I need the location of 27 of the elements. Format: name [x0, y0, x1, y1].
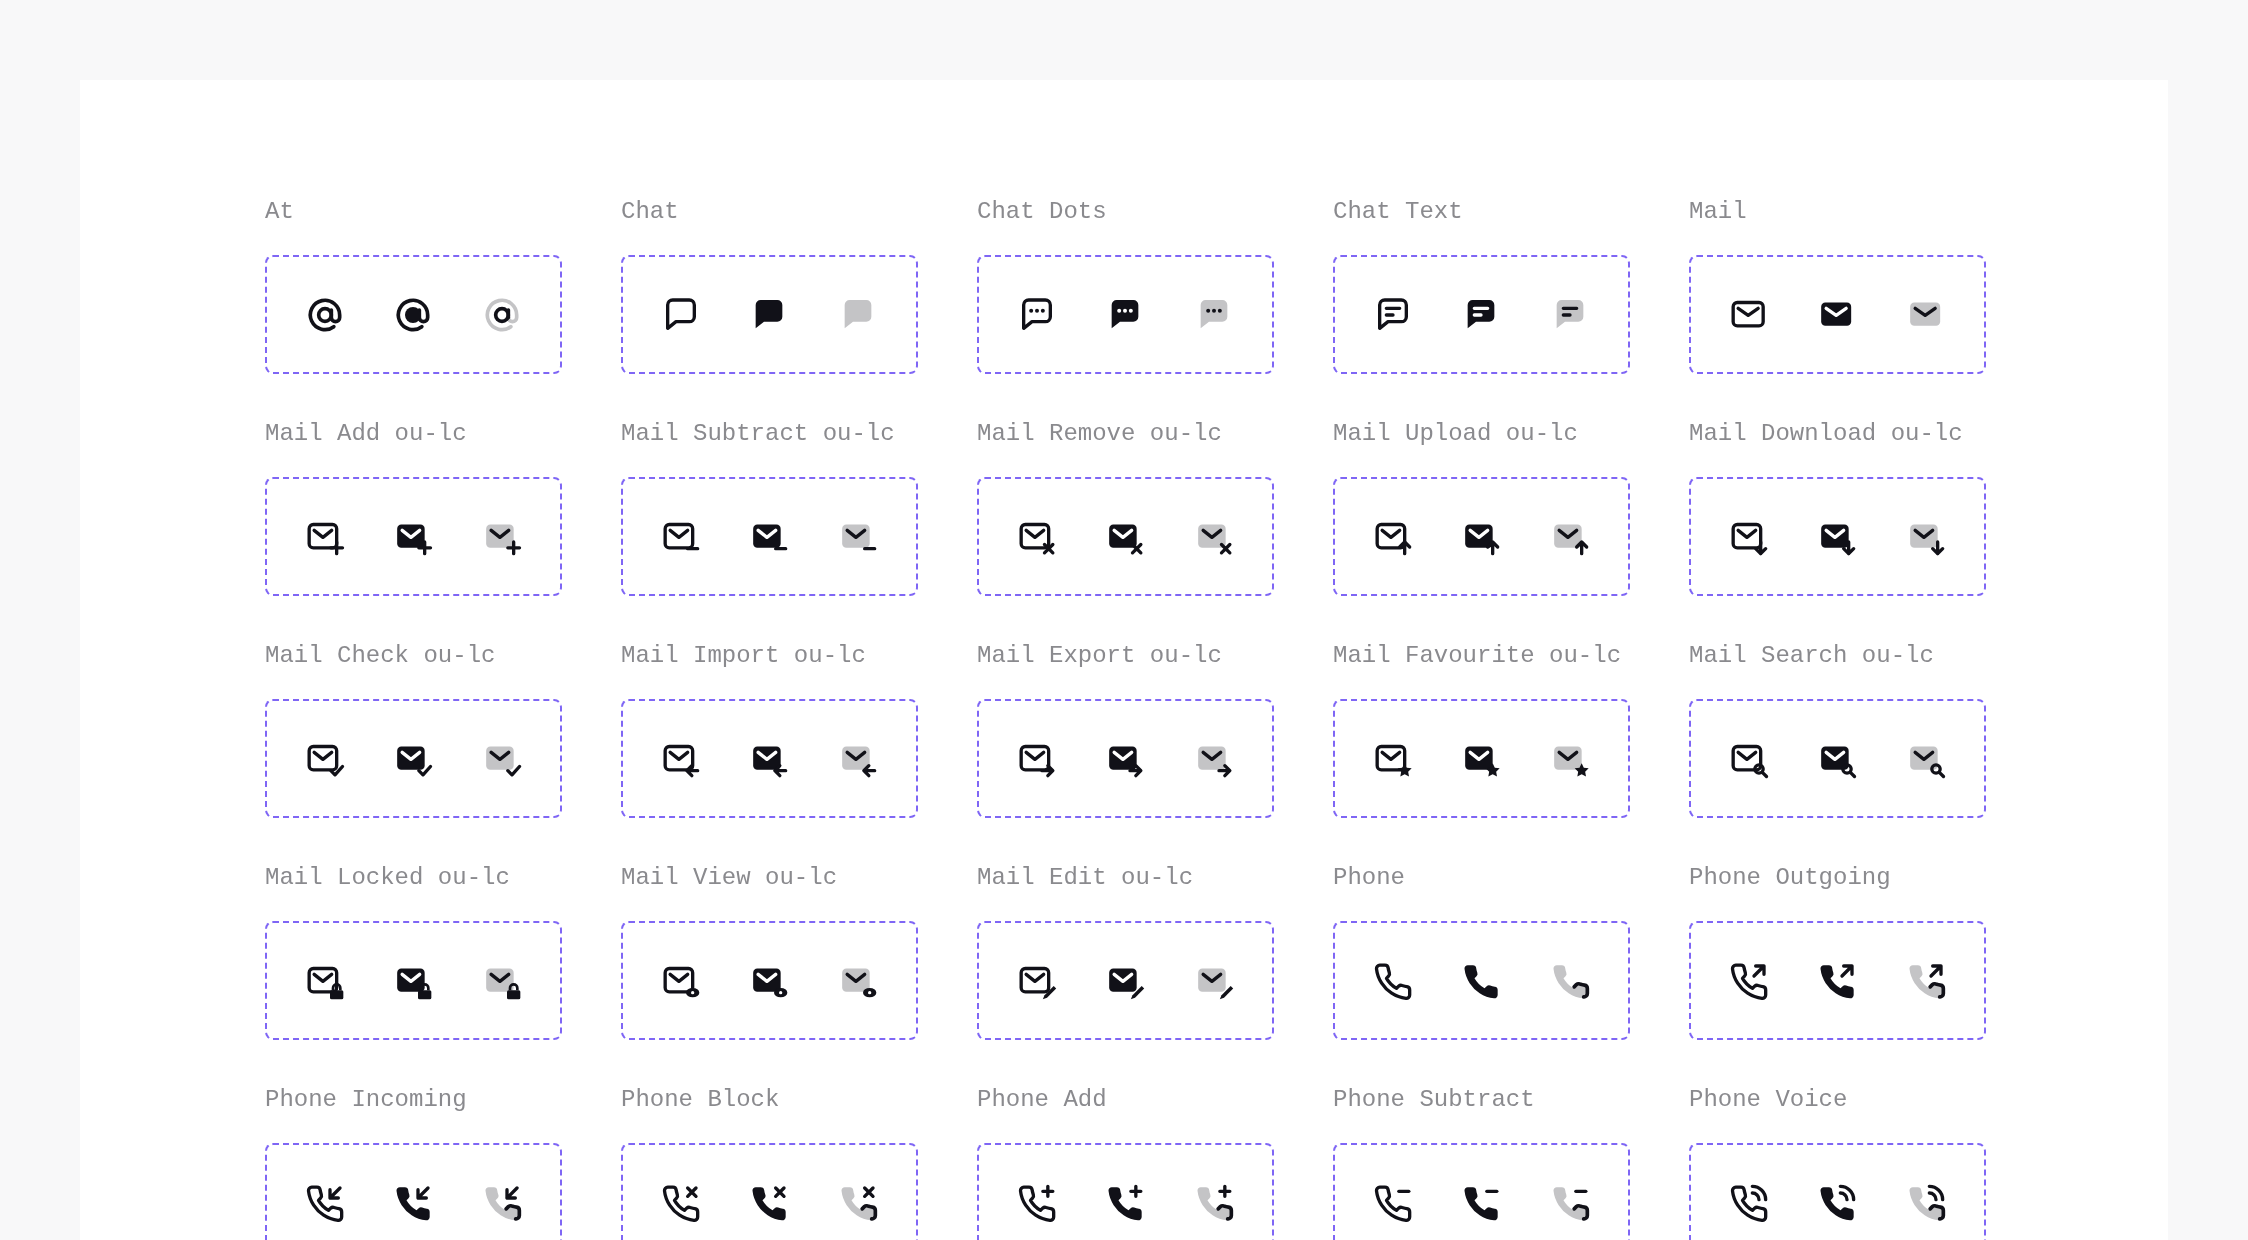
icon-label: Mail Edit ou-lc	[977, 864, 1195, 892]
icon-label: Mail Import ou-lc	[621, 642, 867, 670]
phone-sound-waves-icon	[1729, 1182, 1770, 1223]
icon-label: Phone Outgoing	[1689, 864, 1892, 892]
icon-label: Phone Subtract	[1333, 1086, 1536, 1114]
icon-label: Phone Voice	[1689, 1086, 1849, 1114]
icon-label: Phone Incoming	[265, 1086, 468, 1114]
icon-label: Chat Text	[1333, 198, 1464, 226]
icon-label: Mail View ou-lc	[621, 864, 839, 892]
icon-label: Mail Locked ou-lc	[265, 864, 511, 892]
icon-label: Mail Search ou-lc	[1689, 642, 1935, 670]
icon-label: At	[265, 198, 295, 226]
icon-label: Mail Download ou-lc	[1689, 420, 1964, 448]
icon-label: Mail Add ou-lc	[265, 420, 468, 448]
icon-label: Phone Add	[977, 1086, 1108, 1114]
icon-label: Phone Block	[621, 1086, 781, 1114]
icon-label: Mail Favourite ou-lc	[1333, 642, 1623, 670]
icon-label: Mail Export ou-lc	[977, 642, 1223, 670]
icon-label: Chat	[621, 198, 680, 226]
icon-label: Mail Upload ou-lc	[1333, 420, 1579, 448]
phone-plus-icon	[1017, 1182, 1058, 1223]
icon-label: Mail	[1689, 198, 1748, 226]
icon-label: Chat Dots	[977, 198, 1108, 226]
icon-label: Mail Check ou-lc	[265, 642, 497, 670]
icon-label: Phone	[1333, 864, 1406, 892]
icon-label: Mail Remove ou-lc	[977, 420, 1223, 448]
icon-label: Mail Subtract ou-lc	[621, 420, 896, 448]
